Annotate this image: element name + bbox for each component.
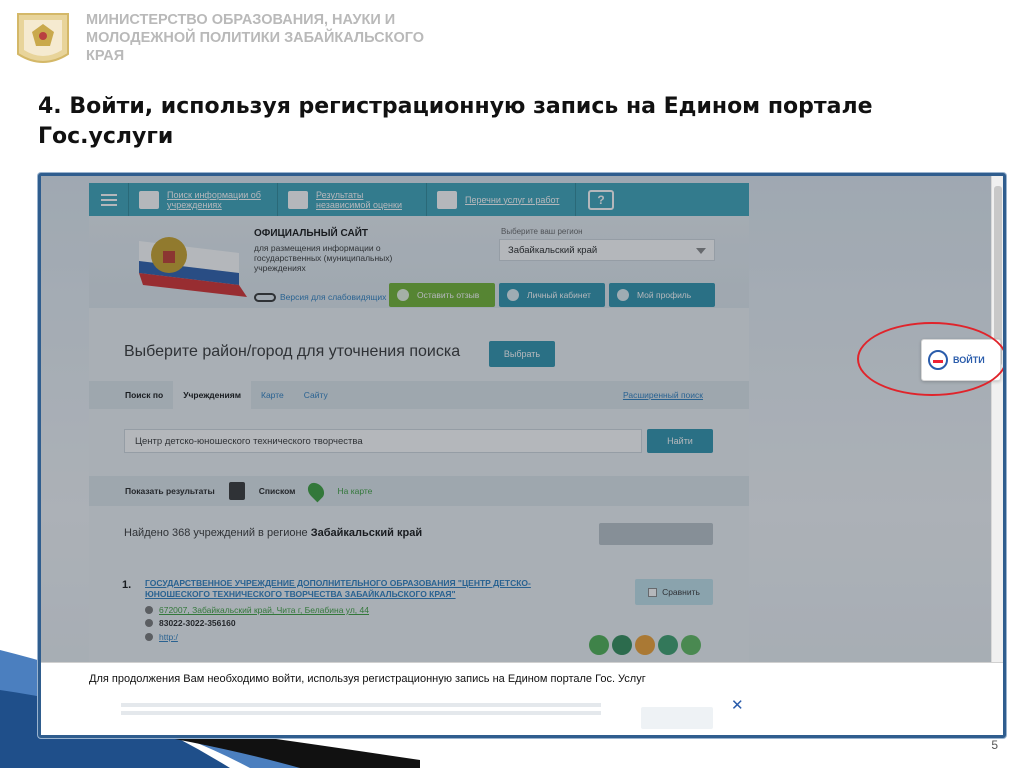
slide-title: 4. Войти, используя регистрационную запи… <box>38 94 873 149</box>
tab-site[interactable]: Сайту <box>294 381 338 409</box>
compare-label: Сравнить <box>662 587 700 597</box>
nav-item-label: Поиск информации об учреждениях <box>167 189 261 210</box>
result-number: 1. <box>122 579 132 591</box>
checklist-icon <box>288 190 308 209</box>
show-results-label: Показать результаты <box>125 486 215 496</box>
choose-district-text: Выберите район/город для уточнения поиск… <box>124 343 461 360</box>
chat-icon <box>397 289 409 301</box>
location-icon <box>145 606 153 614</box>
globe-icon <box>145 633 153 641</box>
nav-item-label: Результаты независимой оценки <box>316 189 402 210</box>
top-navigation: Поиск информации об учреждениях Результа… <box>89 183 749 216</box>
faded-result-row <box>121 703 601 725</box>
website-text: http:/ <box>159 632 178 642</box>
briefcase-icon <box>437 190 457 209</box>
choose-button[interactable]: Выбрать <box>489 341 555 367</box>
tab-institutions[interactable]: Учреждениям <box>173 381 251 409</box>
result-title-link[interactable]: ГОСУДАРСТВЕННОЕ УЧРЕЖДЕНИЕ ДОПОЛНИТЕЛЬНО… <box>145 578 565 600</box>
cabinet-label: Личный кабинет <box>527 290 591 300</box>
people-icon[interactable] <box>681 635 701 655</box>
slide-number: 5 <box>991 738 998 752</box>
map-pin-icon[interactable] <box>305 479 328 503</box>
search-input[interactable]: Центр детско-юношеского технического тво… <box>124 429 642 453</box>
result-website[interactable]: http:/ <box>145 632 178 642</box>
accessibility-icon[interactable] <box>635 635 655 655</box>
list-view-label[interactable]: Списком <box>259 486 296 496</box>
tab-map[interactable]: Карте <box>251 381 294 409</box>
address-text: 672007, Забайкальский край, Чита г, Бела… <box>159 605 369 615</box>
rating-badges <box>589 635 701 655</box>
notification-text: Для продолжения Вам необходимо войти, ис… <box>89 673 646 685</box>
region-value: Забайкальский край <box>508 245 598 256</box>
compare-button[interactable]: Сравнить <box>635 579 713 605</box>
browser-screenshot: Поиск информации об учреждениях Результа… <box>38 173 1006 738</box>
region-select[interactable]: Забайкальский край <box>499 239 715 261</box>
feedback-label: Оставить отзыв <box>417 290 480 300</box>
russia-emblem-flag <box>139 237 247 297</box>
faded-compare-button <box>641 707 713 729</box>
profile-button[interactable]: Мой профиль <box>609 283 715 307</box>
results-view-bar: Показать результаты Списком На карте <box>89 476 749 506</box>
thermometer-icon[interactable] <box>612 635 632 655</box>
compare-all-button[interactable] <box>599 523 713 545</box>
cabinet-button[interactable]: Личный кабинет <box>499 283 605 307</box>
menu-icon[interactable] <box>89 183 129 216</box>
phone-icon <box>145 619 153 627</box>
highlight-oval <box>857 322 1003 396</box>
close-icon[interactable]: ✕ <box>731 696 744 714</box>
help-icon[interactable]: ? <box>588 189 614 210</box>
find-button[interactable]: Найти <box>647 429 713 453</box>
result-phone: 83022-3022-356160 <box>145 618 236 628</box>
official-site-subtitle: для размещения информации о государствен… <box>254 243 393 273</box>
lock-icon <box>507 289 519 301</box>
nav-item-search-info[interactable]: Поиск информации об учреждениях <box>129 183 278 216</box>
login-notification: Для продолжения Вам необходимо войти, ис… <box>41 662 1003 735</box>
glasses-icon <box>254 292 276 302</box>
cup-icon[interactable] <box>658 635 678 655</box>
website: Поиск информации об учреждениях Результа… <box>89 183 749 663</box>
search-by-label: Поиск по <box>125 390 164 400</box>
nav-item-results[interactable]: Результаты независимой оценки <box>278 183 427 216</box>
ministry-name: МИНИСТЕРСТВО ОБРАЗОВАНИЯ, НАУКИ И МОЛОДЕ… <box>86 12 425 64</box>
found-prefix: Найдено 368 учреждений в регионе <box>124 527 308 539</box>
map-view-label[interactable]: На карте <box>337 486 372 496</box>
chevron-down-icon <box>696 248 706 254</box>
feedback-button[interactable]: Оставить отзыв <box>389 283 495 307</box>
found-count: Найдено 368 учреждений в регионе Забайка… <box>124 527 422 539</box>
thumbs-up-icon[interactable] <box>589 635 609 655</box>
profile-label: Мой профиль <box>637 290 692 300</box>
region-label: Выберите ваш регион <box>501 227 583 236</box>
weak-vision-link[interactable]: Версия для слабовидящих <box>254 292 386 302</box>
ministry-emblem <box>17 13 69 63</box>
weak-vision-label: Версия для слабовидящих <box>280 292 387 302</box>
building-icon <box>139 190 159 209</box>
advanced-search-link[interactable]: Расширенный поиск <box>613 381 713 409</box>
list-icon[interactable] <box>228 482 245 500</box>
found-region: Забайкальский край <box>310 527 423 539</box>
phone-text: 83022-3022-356160 <box>159 618 236 628</box>
scrollbar[interactable] <box>991 176 1003 662</box>
result-address[interactable]: 672007, Забайкальский край, Чита г, Бела… <box>145 605 369 615</box>
nav-item-services[interactable]: Перечни услуг и работ <box>427 183 576 216</box>
nav-item-label: Перечни услуг и работ <box>465 194 560 205</box>
official-site-title: ОФИЦИАЛЬНЫЙ САЙТ <box>254 228 369 239</box>
checkbox-icon <box>648 587 658 597</box>
user-icon <box>617 289 629 301</box>
search-tabs: Поиск по Учреждениям Карте Сайту Расшире… <box>89 381 749 409</box>
